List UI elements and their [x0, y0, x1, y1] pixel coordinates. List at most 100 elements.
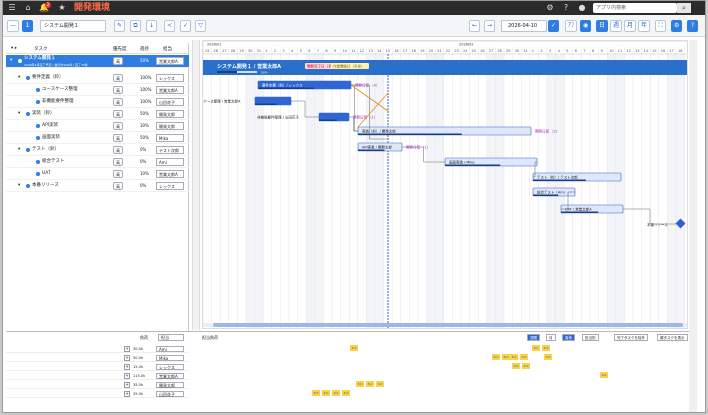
priority-badge[interactable]: 高: [113, 170, 123, 178]
download-icon[interactable]: ↓: [146, 20, 158, 32]
collapse-button[interactable]: —: [7, 20, 19, 32]
task-name[interactable]: テスト（鈴）: [32, 144, 59, 156]
owner-select[interactable]: テスト次郎: [156, 146, 184, 154]
settings-icon[interactable]: ⚙: [545, 3, 555, 13]
view-icon[interactable]: ◉: [580, 20, 592, 32]
priority-badge[interactable]: 高: [113, 57, 123, 65]
header-task[interactable]: タスク: [34, 46, 48, 52]
gantt-svg[interactable]: 25 26 27 28 29 30 31 1 2 3 4 5 6 7 8 9 10 11 12 13 14 15 16 17 1…: [203, 41, 688, 329]
owner-select[interactable]: 営業太郎A: [156, 86, 184, 94]
fullscreen-icon[interactable]: ⛶: [655, 20, 666, 32]
task-row[interactable]: 総合テスト 高 0% Ami: [6, 156, 189, 168]
task-row[interactable]: ▾ システム開発１ 2026年1月完了予定 / 進行中100件 / 完了75件高 50…: [6, 55, 189, 68]
search-input[interactable]: アプリ内検索: [593, 3, 677, 13]
check-icon[interactable]: ✓: [180, 20, 192, 32]
vertical-scrollbar[interactable]: [689, 40, 697, 412]
menu-icon[interactable]: ☰: [7, 3, 17, 13]
priority-badge[interactable]: 高: [113, 182, 123, 190]
resource-group-select[interactable]: 担当: [158, 334, 184, 341]
expand-icon[interactable]: +: [124, 391, 130, 397]
resource-control[interactable]: 月: [546, 334, 556, 341]
task-name[interactable]: 実装（鈴）: [32, 108, 55, 120]
task-name[interactable]: 画面実装: [42, 132, 60, 144]
task-row[interactable]: ▾ 本番リリース 高 0% レックス: [6, 180, 189, 192]
priority-badge[interactable]: 高: [113, 146, 123, 154]
star-icon[interactable]: ★: [57, 3, 67, 13]
resource-control[interactable]: 担当別: [582, 334, 599, 341]
home-icon[interactable]: ⌂: [23, 3, 33, 13]
owner-select[interactable]: レックス: [156, 74, 184, 82]
expand-icon[interactable]: ▾: [18, 180, 20, 192]
panel-splitter[interactable]: [192, 40, 200, 330]
owner-select[interactable]: Ami: [156, 158, 184, 166]
owner-select[interactable]: 山田花子: [156, 98, 184, 106]
priority-badge[interactable]: 高: [113, 134, 123, 142]
help-button[interactable]: ?: [687, 20, 698, 32]
owner-select[interactable]: 開発太郎: [156, 122, 184, 130]
scroll-thumb[interactable]: [213, 323, 683, 327]
tab-year[interactable]: 年: [638, 20, 651, 32]
user-icon[interactable]: ●: [577, 3, 587, 13]
expand-icon[interactable]: +: [124, 346, 130, 352]
task-row[interactable]: 画面実装 高 50% Mika: [6, 132, 189, 144]
search-icon[interactable]: ⌕: [677, 3, 691, 13]
task-row[interactable]: API実装 高 30% 開発太郎: [6, 120, 189, 132]
resource-row[interactable]: +30.0h Mika: [6, 354, 189, 362]
tab-day[interactable]: 日: [596, 20, 609, 32]
settings-button[interactable]: ⚙: [671, 20, 683, 32]
resource-row[interactable]: +35.0h 開発太郎: [6, 381, 189, 389]
task-row[interactable]: ▾ テスト（鈴） 高 0% テスト次郎: [6, 144, 189, 156]
expand-icon[interactable]: +: [124, 373, 130, 379]
today-button[interactable]: ｱﾌ: [565, 20, 578, 32]
priority-badge[interactable]: 高: [113, 110, 123, 118]
level-button[interactable]: 1: [22, 20, 33, 32]
owner-select[interactable]: 営業太郎A: [156, 57, 184, 65]
expand-icon[interactable]: ▾: [10, 55, 12, 67]
task-name[interactable]: ユースケース整理: [42, 84, 78, 96]
task-row[interactable]: ▾ 実装（鈴） 高 50% 開発太郎: [6, 108, 189, 120]
gantt-chart[interactable]: 25 26 27 28 29 30 31 1 2 3 4 5 6 7 8 9 10 11 12 13 14 15 16 17 1…: [202, 40, 688, 329]
expand-icon[interactable]: ▾: [18, 144, 20, 156]
task-row[interactable]: ユースケース整理 高 100% 営業太郎A: [6, 84, 189, 96]
owner-select[interactable]: Mika: [156, 134, 184, 142]
resource-row[interactable]: +115.0h 営業太郎A: [6, 372, 189, 380]
task-name[interactable]: 総合テスト: [42, 156, 65, 168]
task-name[interactable]: 非機能要件整理: [42, 96, 74, 108]
resource-control[interactable]: 完了タスクを除外: [614, 334, 648, 341]
header-progress[interactable]: 進捗: [140, 46, 149, 52]
calendar-icon[interactable]: ✓: [548, 20, 560, 32]
task-row[interactable]: 非機能要件整理 高 100% 山田花子: [6, 96, 189, 108]
prev-icon[interactable]: ←: [469, 20, 481, 32]
project-select[interactable]: システム開発１: [40, 20, 106, 32]
tab-month[interactable]: 月: [624, 20, 637, 32]
owner-select[interactable]: 開発太郎: [156, 110, 184, 118]
owner-select[interactable]: 営業太郎A: [156, 170, 184, 178]
expand-icon[interactable]: +: [124, 364, 130, 370]
share-icon[interactable]: ≺: [164, 20, 176, 32]
priority-badge[interactable]: 高: [113, 74, 123, 82]
priority-badge[interactable]: 高: [113, 98, 123, 106]
tab-week[interactable]: 週: [610, 20, 623, 32]
task-name[interactable]: 本番リリース: [32, 180, 59, 192]
priority-badge[interactable]: 高: [113, 158, 123, 166]
task-row[interactable]: ▾ 要件定義（鈴） 高 100% レックス: [6, 72, 189, 84]
priority-badge[interactable]: 高: [113, 86, 123, 94]
resource-row[interactable]: +15.0h レックス: [6, 363, 189, 371]
resource-control[interactable]: 親タスクを表示: [657, 334, 688, 341]
task-name[interactable]: 要件定義（鈴）: [32, 72, 64, 84]
task-name[interactable]: API実装: [42, 120, 58, 132]
copy-icon[interactable]: ⧉: [130, 20, 141, 32]
resource-row[interactable]: +35.0h 山田花子: [6, 390, 189, 398]
expand-icon[interactable]: ▾: [18, 108, 20, 120]
owner-select[interactable]: レックス: [156, 182, 184, 190]
resource-row[interactable]: +30.0h Ami: [6, 345, 189, 353]
task-row[interactable]: UAT 高 10% 営業太郎A: [6, 168, 189, 180]
header-priority[interactable]: 優先度: [113, 46, 127, 52]
expand-icon[interactable]: +: [124, 382, 130, 388]
date-input[interactable]: 2026-04-10: [501, 20, 547, 32]
header-owner[interactable]: 担当: [163, 46, 172, 52]
help-icon[interactable]: ?: [561, 3, 571, 13]
expand-icon[interactable]: +: [124, 355, 130, 361]
edit-icon[interactable]: ✎: [114, 20, 126, 32]
resource-control[interactable]: 負荷: [562, 334, 575, 341]
